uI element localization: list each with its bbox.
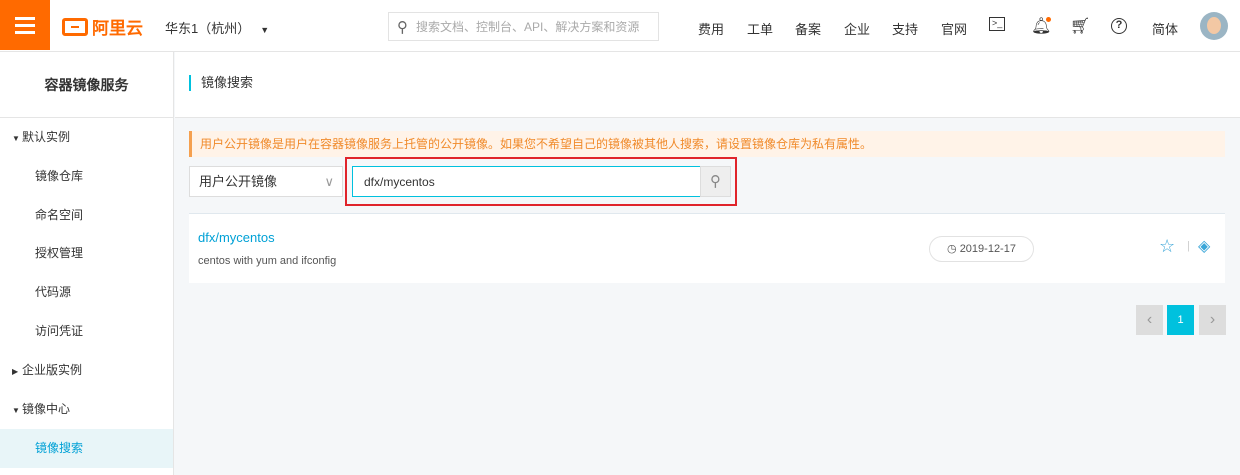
date-text: 2019-12-17	[959, 243, 1016, 255]
region-selector[interactable]: 华东1（杭州） ▼	[165, 18, 269, 37]
search-button[interactable]: ⚲	[700, 166, 731, 197]
scope-select[interactable]: 用户公开镜像 ∨	[189, 166, 343, 197]
nav-tickets[interactable]: 工单	[747, 19, 773, 38]
star-icon[interactable]: ☆	[1159, 236, 1175, 257]
sidebar-item-repositories[interactable]: 镜像仓库	[0, 157, 173, 196]
sidebar-title: 容器镜像服务	[0, 52, 173, 118]
notice-banner: 用户公开镜像是用户在容器镜像服务上托管的公开镜像。如果您不希望自己的镜像被其他人…	[189, 131, 1225, 157]
menu-button[interactable]	[0, 0, 50, 50]
clock-icon: ◷	[947, 243, 960, 255]
logo[interactable]: 阿里云	[62, 14, 143, 39]
caret-down-icon: ▼	[12, 134, 20, 143]
nav-icp[interactable]: 备案	[795, 19, 821, 38]
sidebar: 容器镜像服务 ▼ 默认实例 镜像仓库 命名空间 授权管理 代码源 访问凭证 ▶ 企业…	[0, 52, 174, 475]
top-bar: 阿里云 华东1（杭州） ▼ ⚲ 搜索文档、控制台、API、解决方案和资源 费用 工单…	[0, 0, 1240, 52]
nav-support[interactable]: 支持	[892, 19, 918, 38]
image-search-input[interactable]	[352, 166, 701, 197]
nav-fees[interactable]: 费用	[698, 19, 724, 38]
page-1-button[interactable]: 1	[1167, 305, 1194, 335]
divider: |	[1187, 240, 1190, 252]
page-title: 镜像搜索	[189, 75, 253, 91]
logo-text: 阿里云	[92, 19, 143, 38]
sidebar-item-code-source[interactable]: 代码源	[0, 273, 173, 312]
global-search[interactable]: ⚲ 搜索文档、控制台、API、解决方案和资源	[388, 12, 659, 41]
region-label: 华东1（杭州）	[165, 21, 251, 36]
chevron-down-icon: ∨	[324, 174, 334, 189]
caret-down-icon: ▼	[12, 406, 20, 415]
sidebar-item-credentials[interactable]: 访问凭证	[0, 312, 173, 351]
avatar[interactable]	[1200, 12, 1228, 40]
sidebar-group-image-center[interactable]: ▼ 镜像中心	[0, 390, 173, 429]
logo-icon	[62, 17, 88, 36]
layers-icon[interactable]: ◈	[1198, 236, 1210, 256]
repo-description: centos with yum and ifconfig	[198, 255, 337, 267]
nav-website[interactable]: 官网	[941, 19, 967, 38]
next-page-button[interactable]: ›	[1199, 305, 1226, 335]
notification-dot	[1046, 17, 1051, 22]
cart-icon[interactable]: 🛒︎	[1070, 16, 1090, 36]
label: 镜像中心	[22, 402, 71, 416]
search-icon: ⚲	[397, 18, 408, 36]
search-placeholder: 搜索文档、控制台、API、解决方案和资源	[416, 20, 640, 34]
caret-down-icon: ▼	[260, 25, 270, 35]
prev-page-button[interactable]: ‹	[1136, 305, 1163, 335]
sidebar-item-namespaces[interactable]: 命名空间	[0, 196, 173, 235]
date-badge: ◷ 2019-12-17	[929, 236, 1034, 262]
nav-enterprise[interactable]: 企业	[844, 19, 870, 38]
sidebar-item-image-search[interactable]: 镜像搜索	[0, 429, 173, 468]
page-header	[175, 52, 1240, 118]
scope-value: 用户公开镜像	[199, 174, 278, 189]
sidebar-item-authorization[interactable]: 授权管理	[0, 234, 173, 273]
search-icon: ⚲	[710, 173, 721, 190]
label: 企业版实例	[22, 363, 83, 377]
repo-link[interactable]: dfx/mycentos	[198, 230, 275, 245]
caret-right-icon: ▶	[12, 367, 19, 376]
sidebar-group-enterprise[interactable]: ▶ 企业版实例	[0, 351, 173, 390]
terminal-icon[interactable]: >_	[989, 17, 1005, 31]
help-icon[interactable]: ?	[1111, 18, 1127, 34]
sidebar-group-default-instance[interactable]: ▼ 默认实例	[0, 118, 173, 157]
language-switch[interactable]: 简体	[1152, 19, 1178, 38]
label: 默认实例	[22, 130, 71, 144]
result-card	[189, 213, 1225, 283]
